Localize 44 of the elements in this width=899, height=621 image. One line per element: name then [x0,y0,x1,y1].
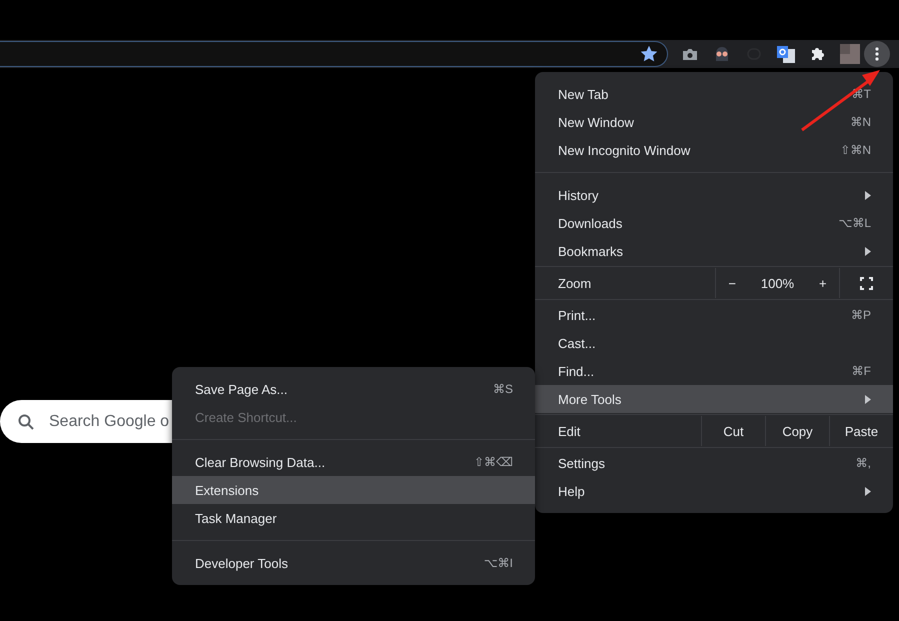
camera-icon[interactable] [682,48,698,60]
shortcut-text: ⌘, [856,456,871,470]
menu-item[interactable]: Task Manager [172,504,535,532]
shortcut-text: ⌘P [850,308,871,322]
menu-item[interactable]: Print... ⌘P [535,301,893,329]
menu-button[interactable] [864,41,890,67]
shortcut-text: ⇧⌘⌫ [474,455,513,469]
edit-label: Edit [557,422,582,440]
menu-item[interactable]: New Window ⌘N [535,108,893,136]
zoom-in-button[interactable]: + [818,276,827,290]
menu-item[interactable]: History [535,181,893,209]
edit-action-button[interactable]: Copy [765,416,829,446]
menu-item[interactable]: Clear Browsing Data... ⇧⌘⌫ [172,448,535,476]
zoom-out-button[interactable]: − [728,276,736,290]
menu-item[interactable]: Bookmarks [535,237,893,265]
menu-item[interactable]: Find... ⌘F [535,357,893,385]
shortcut-text: ⌘S [492,382,513,396]
menu-item[interactable]: New Incognito Window ⇧⌘N [535,136,893,164]
zoom-label: Zoom [557,274,592,292]
search-placeholder: Search Google o [49,412,170,430]
menu-item[interactable]: Cast... [535,329,893,357]
shortcut-text: ⇧⌘N [840,143,871,157]
shortcut-text: ⌥⌘I [484,556,513,570]
menu-item[interactable]: Downloads ⌥⌘L [535,209,893,237]
menu-item[interactable]: Help [535,477,893,505]
extension-icon[interactable] [713,46,731,62]
zoom-value: 100% [760,276,794,290]
shortcut-text: ⌘N [850,115,871,129]
menu-icon [875,47,879,61]
puzzle-icon[interactable] [810,46,826,62]
edit-action-button[interactable]: Cut [701,416,765,446]
translate-icon[interactable] [777,46,795,62]
shortcut-text: ⌘F [852,364,871,378]
search-field[interactable]: Search Google o [0,400,172,443]
menu-item[interactable]: Save Page As... ⌘S [172,375,535,403]
bookmark-star-icon[interactable] [641,46,657,62]
menu-item[interactable]: Settings ⌘, [535,449,893,477]
search-icon [18,414,34,430]
edit-action-button[interactable]: Paste [829,416,893,446]
menu-item[interactable]: More Tools [535,385,893,413]
shortcut-text: ⌥⌘L [838,216,871,230]
menu-item[interactable]: Developer Tools ⌥⌘I [172,549,535,577]
fullscreen-icon[interactable] [860,276,873,290]
menu-item[interactable]: Extensions [172,476,535,504]
